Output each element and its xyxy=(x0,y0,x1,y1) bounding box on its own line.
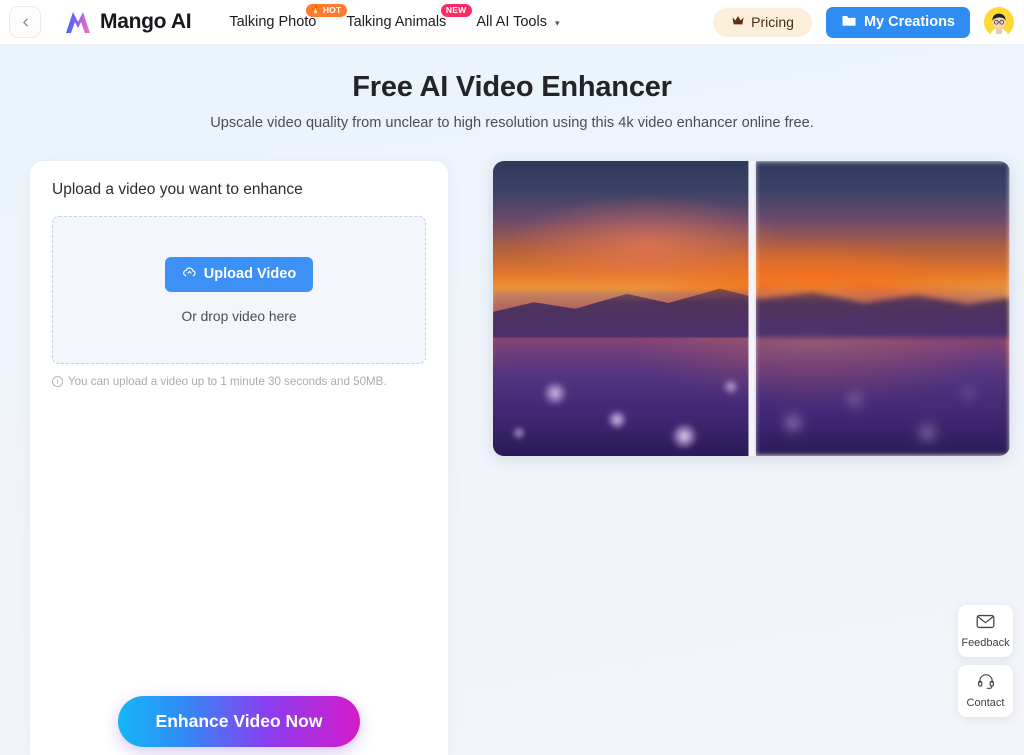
feedback-widget[interactable]: Feedback xyxy=(958,605,1013,657)
contact-label: Contact xyxy=(966,697,1005,709)
page-subtitle: Upscale video quality from unclear to hi… xyxy=(210,115,814,131)
pricing-button[interactable]: Pricing xyxy=(713,7,812,37)
nav-item-talking-animals[interactable]: Talking Animals NEW xyxy=(346,4,473,30)
feedback-label: Feedback xyxy=(961,636,1010,649)
nav-label: All AI Tools xyxy=(476,14,547,30)
main-content: Upload a video you want to enhance Uploa… xyxy=(0,161,1024,755)
nav-label: Talking Animals xyxy=(346,14,447,30)
brand-logo[interactable]: Mango AI xyxy=(63,9,192,35)
upload-video-label: Upload Video xyxy=(203,266,297,282)
my-creations-label: My Creations xyxy=(863,14,955,30)
chevron-left-icon xyxy=(19,16,32,29)
flame-icon: 🔥 xyxy=(310,5,321,15)
chevron-down-icon: ▾ xyxy=(555,18,560,28)
video-dropzone[interactable]: Upload Video Or drop video here xyxy=(52,216,426,364)
hot-badge: 🔥 HOT xyxy=(305,4,348,17)
preview-container xyxy=(448,161,1024,755)
page-title: Free AI Video Enhancer xyxy=(352,71,672,103)
pricing-label: Pricing xyxy=(751,14,794,30)
enhance-video-button[interactable]: Enhance Video Now xyxy=(118,696,360,747)
upload-card-title: Upload a video you want to enhance xyxy=(52,181,303,198)
header-actions: Pricing My Creations xyxy=(713,6,1014,38)
folder-icon xyxy=(841,14,857,31)
nav-item-all-ai-tools[interactable]: All AI Tools ▾ xyxy=(476,14,559,30)
crown-icon xyxy=(731,15,745,29)
back-button[interactable] xyxy=(9,6,41,38)
drop-hint-text: Or drop video here xyxy=(181,308,297,324)
envelope-icon xyxy=(976,614,995,634)
avatar[interactable] xyxy=(984,7,1014,37)
my-creations-button[interactable]: My Creations xyxy=(825,6,970,38)
nav-label: Talking Photo xyxy=(229,14,317,30)
contact-widget[interactable]: Contact xyxy=(958,665,1013,717)
upload-limit-hint: i You can upload a video up to 1 minute … xyxy=(52,375,426,388)
headset-icon xyxy=(977,673,995,694)
brand-name: Mango AI xyxy=(100,10,192,33)
comparison-slider-handle[interactable] xyxy=(753,161,757,456)
upload-video-button[interactable]: Upload Video xyxy=(164,256,314,292)
top-header: Mango AI Talking Photo 🔥 HOT Talking Ani… xyxy=(0,0,1024,45)
nav-item-talking-photo[interactable]: Talking Photo 🔥 HOT xyxy=(229,4,348,30)
hot-badge-label: HOT xyxy=(322,5,342,15)
upload-card: Upload a video you want to enhance Uploa… xyxy=(30,161,448,755)
info-icon: i xyxy=(52,376,63,387)
cloud-upload-icon xyxy=(182,266,197,283)
upload-limit-text: You can upload a video up to 1 minute 30… xyxy=(68,375,387,388)
main-nav: Talking Photo 🔥 HOT Talking Animals NEW … xyxy=(229,0,589,44)
mango-ai-logo-icon xyxy=(63,9,93,35)
cta-container: Enhance Video Now xyxy=(52,696,426,755)
before-after-video-preview[interactable] xyxy=(492,161,1010,456)
hero-section: Free AI Video Enhancer Upscale video qua… xyxy=(0,45,1024,131)
new-badge: NEW xyxy=(440,4,473,17)
floating-widgets: Feedback Contact xyxy=(958,605,1013,717)
